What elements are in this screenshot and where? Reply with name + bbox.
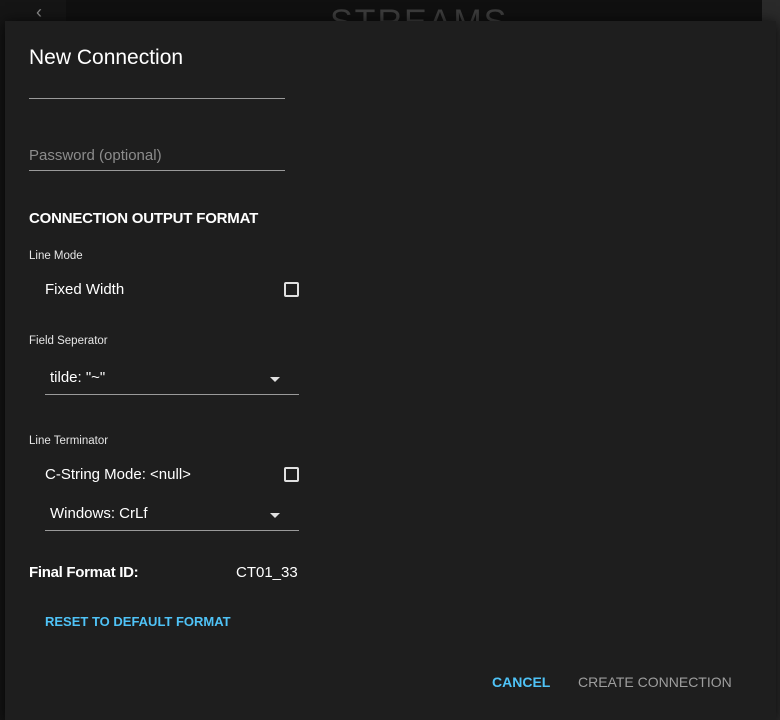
line-terminator-value: Windows: CrLf [50,505,148,522]
field-separator-select[interactable]: tilde: "~" [45,362,299,395]
back-arrow-icon[interactable]: ‹ [36,2,42,22]
connection-name-field[interactable] [29,73,285,99]
cstring-mode-checkbox[interactable] [284,467,299,482]
dropdown-arrow-icon [270,513,280,518]
fixed-width-checkbox[interactable] [284,282,299,297]
dropdown-arrow-icon [270,377,280,382]
password-field[interactable]: Password (optional) [29,144,285,171]
line-mode-label: Line Mode [29,250,83,262]
final-format-id-label: Final Format ID: [29,564,139,581]
cstring-mode-option[interactable]: C-String Mode: <null> [45,464,299,486]
field-separator-label: Field Seperator [29,335,108,347]
new-connection-dialog: New Connection Password (optional) CONNE… [5,21,776,720]
line-terminator-select[interactable]: Windows: CrLf [45,498,299,531]
password-placeholder: Password (optional) [29,147,162,164]
fixed-width-option[interactable]: Fixed Width [45,279,299,301]
create-connection-button[interactable]: CREATE CONNECTION [578,674,732,690]
dialog-title: New Connection [29,46,184,69]
final-format-id-value: CT01_33 [236,564,298,581]
cancel-button[interactable]: CANCEL [492,674,550,690]
field-separator-value: tilde: "~" [50,369,106,386]
reset-default-format-button[interactable]: RESET TO DEFAULT FORMAT [45,614,231,629]
section-title-output-format: CONNECTION OUTPUT FORMAT [29,210,259,227]
fixed-width-label: Fixed Width [45,281,125,298]
cstring-mode-label: C-String Mode: <null> [45,466,191,483]
line-terminator-label: Line Terminator [29,435,109,447]
